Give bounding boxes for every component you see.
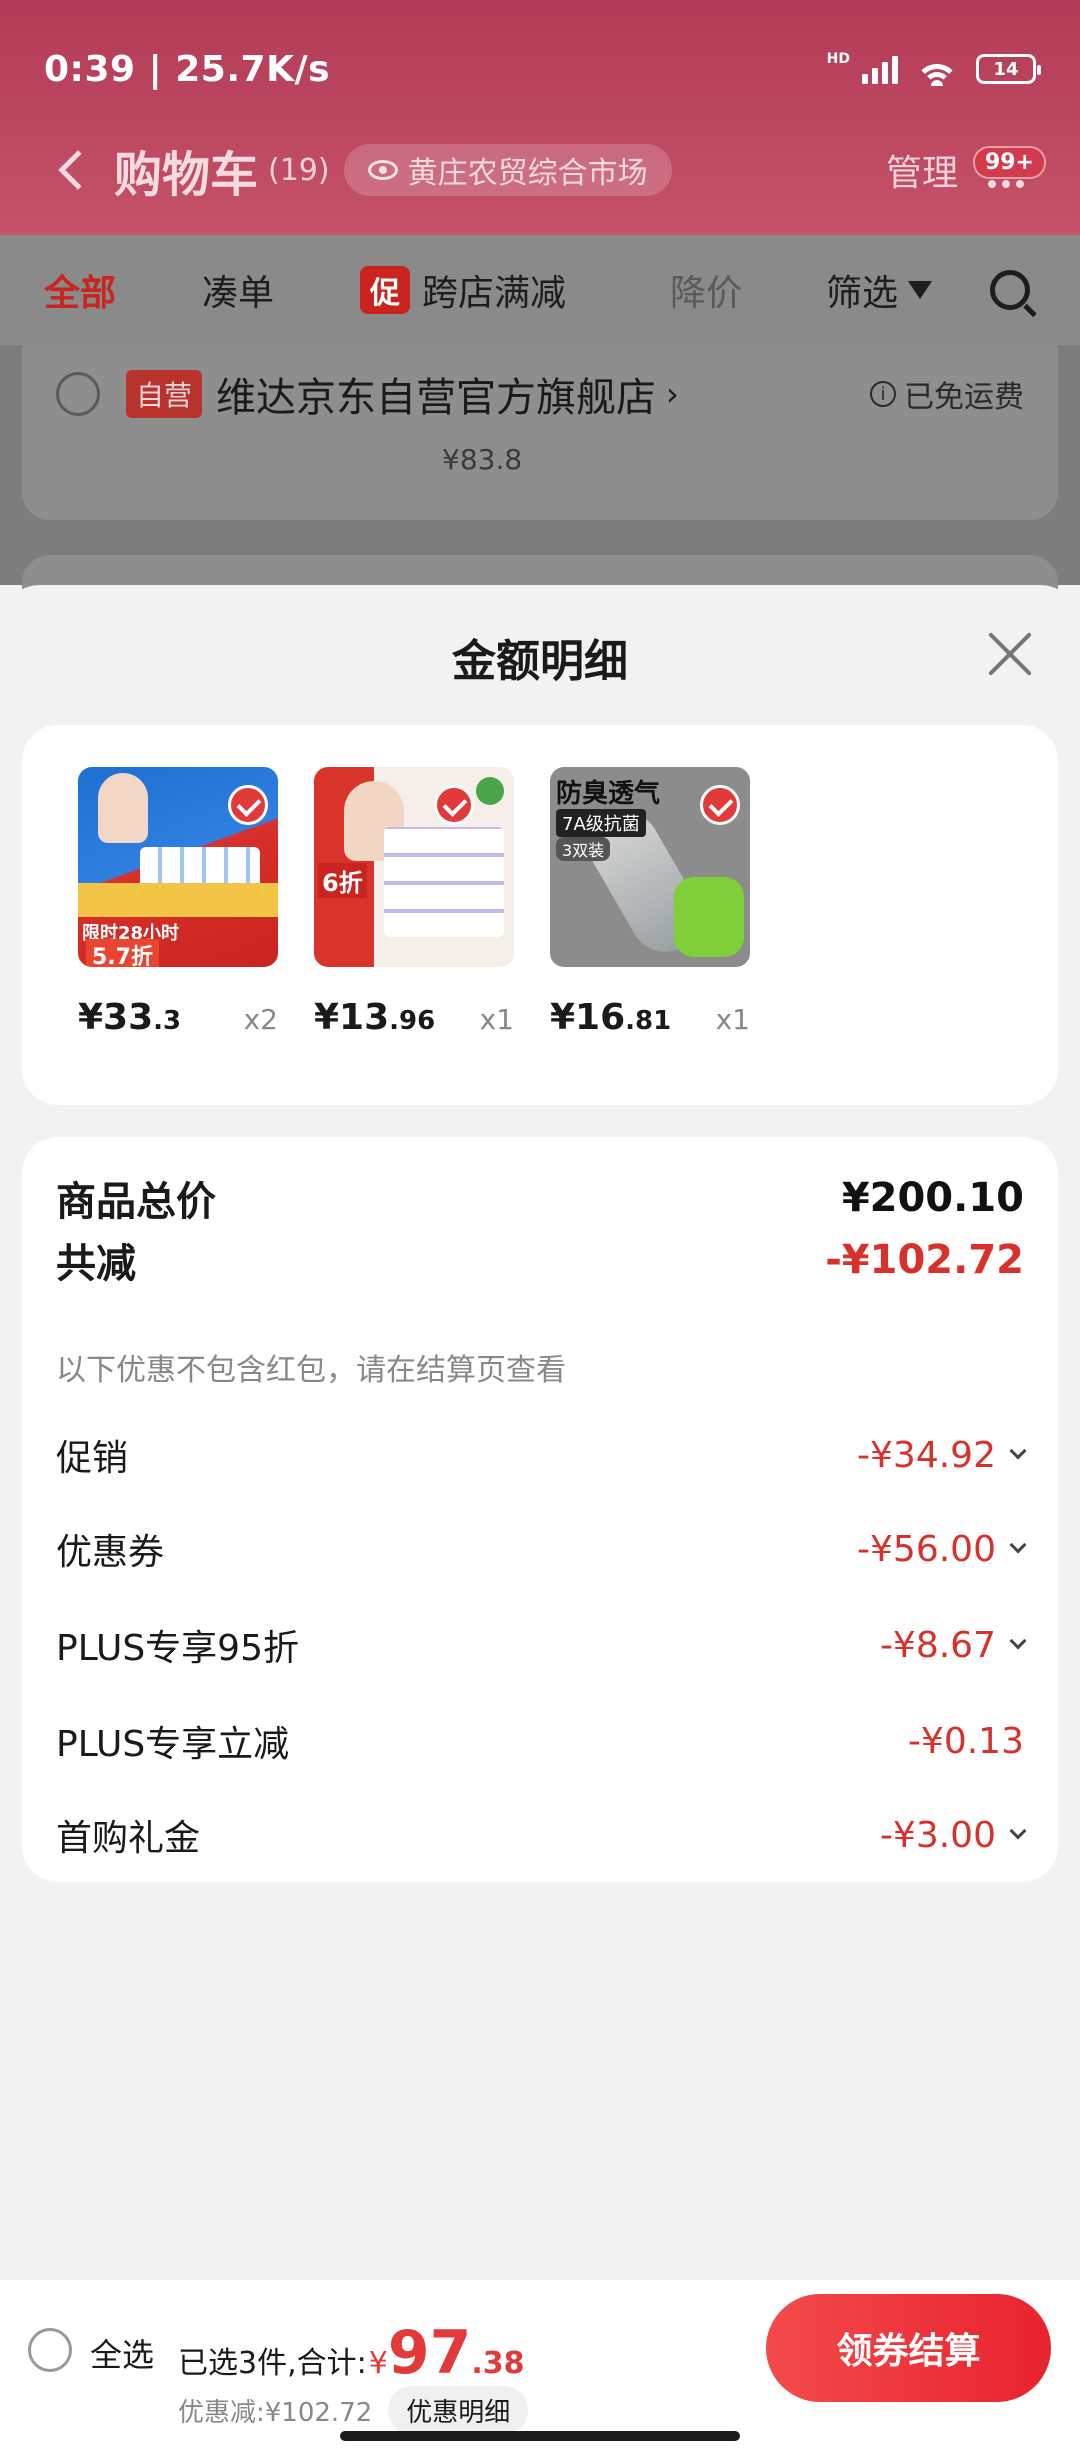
store-card: 自营 维达京东自营官方旗舰店 › i 已免运费 ¥83.8	[22, 345, 1058, 520]
discount-row-coupon[interactable]: 优惠券 -¥56.00	[56, 1523, 1027, 1575]
back-arrow-icon[interactable]	[58, 150, 98, 190]
total-price-row: 商品总价 ¥200.10	[56, 1169, 1024, 1227]
market-selector[interactable]: 黄庄农贸综合市场	[343, 144, 672, 196]
selected-check-icon	[228, 785, 268, 825]
page-title: 购物车	[114, 147, 259, 203]
filter-button[interactable]: 筛选	[826, 264, 933, 316]
battery-icon: 14	[976, 54, 1041, 84]
discount-value: -¥34.92	[857, 1435, 1027, 1476]
chevron-down-icon	[1009, 1536, 1027, 1554]
product-quantity: x1	[479, 1003, 514, 1036]
selected-check-icon	[700, 785, 740, 825]
filter-label: 筛选	[826, 273, 899, 314]
status-bar: 0:39 | 25.7K/s HD 14	[44, 44, 1041, 94]
discount-amount: 优惠减:¥102.72	[178, 2398, 373, 2428]
discount-label: 促销	[56, 1438, 129, 1479]
tab-bundle[interactable]: 凑单	[202, 264, 274, 316]
filter-bar: 全部 凑单 促 跨店满减 降价 筛选	[0, 235, 1080, 345]
discount-row-plus-95[interactable]: PLUS专享95折 -¥8.67	[56, 1619, 1027, 1671]
total-price-label: 商品总价	[56, 1179, 216, 1225]
total-price-int: 97	[387, 2318, 472, 2388]
tab-price-drop[interactable]: 降价	[670, 264, 742, 316]
chevron-down-icon	[1009, 1822, 1027, 1840]
battery-level: 14	[993, 58, 1019, 80]
hd-indicator: HD	[826, 51, 850, 67]
free-shipping-status: i 已免运费	[870, 372, 1024, 416]
info-icon: i	[870, 381, 896, 407]
product-price: ¥16.81	[550, 997, 672, 1038]
total-reduce-value: -¥102.72	[825, 1237, 1024, 1283]
total-price-value: ¥200.10	[841, 1175, 1024, 1221]
chevron-down-icon	[1009, 1632, 1027, 1650]
product-feature-badge: 7A级抗菌	[556, 809, 646, 837]
discount-row-first-purchase[interactable]: 首购礼金 -¥3.00	[56, 1809, 1027, 1861]
total-reduce-label: 共减	[56, 1241, 136, 1287]
store-subtotal: ¥83.8	[442, 443, 523, 476]
more-button[interactable]: 99+	[972, 146, 1046, 190]
discount-label: 首购礼金	[56, 1818, 201, 1859]
product-pack-badge: 3双装	[556, 837, 611, 861]
chevron-right-icon: ›	[666, 375, 679, 413]
home-indicator[interactable]	[340, 2431, 740, 2441]
free-shipping-label: 已免运费	[904, 380, 1024, 415]
product-image-tissue-rolls: 限时28小时 5.7折	[78, 767, 278, 967]
message-badge: 99+	[972, 146, 1046, 179]
discount-label: PLUS专享95折	[56, 1628, 299, 1669]
self-operated-tag: 自营	[126, 370, 203, 418]
manage-button[interactable]: 管理	[886, 144, 958, 196]
tab-promo-label: 跨店满减	[422, 273, 567, 314]
product-price: ¥13.96	[314, 997, 436, 1038]
discount-value: -¥56.00	[857, 1529, 1027, 1570]
discount-detail-button[interactable]: 优惠明细	[388, 2386, 529, 2435]
cart-count: (19)	[268, 152, 330, 188]
sheet-title: 金额明细	[452, 636, 628, 687]
discount-row-promotion[interactable]: 促销 -¥34.92	[56, 1429, 1027, 1481]
discount-value: -¥3.00	[880, 1815, 1027, 1856]
signal-icon	[862, 54, 898, 84]
wifi-icon	[914, 52, 960, 86]
selected-count: 已选3件,合计:	[178, 2346, 367, 2381]
select-all-radio[interactable]	[28, 2328, 72, 2372]
select-all-label[interactable]: 全选	[90, 2330, 154, 2376]
product-discount-badge: 6折	[318, 863, 367, 898]
close-icon[interactable]	[986, 629, 1036, 679]
product-image-insoles: 防臭透气 7A级抗菌 3双装	[550, 767, 750, 967]
status-time: 0:39 | 25.7K/s	[44, 48, 331, 90]
store-name[interactable]: 维达京东自营官方旗舰店	[216, 365, 656, 423]
tab-cross-store-promo[interactable]: 促 跨店满减	[360, 264, 566, 316]
discount-value: -¥0.13	[907, 1720, 1024, 1762]
total-price-decimal: .38	[471, 2346, 525, 2381]
more-dots-icon	[988, 180, 1024, 188]
amount-detail-sheet: 金额明细 限时28小时 5.7折 ¥33.3 x2 6折 ¥13.96 x1 防…	[0, 585, 1080, 2460]
market-name: 黄庄农贸综合市场	[407, 156, 648, 191]
discount-summary: 优惠减:¥102.72 优惠明细	[178, 2386, 529, 2435]
product-image-facial-tissue: 6折	[314, 767, 514, 967]
discount-value: -¥8.67	[880, 1625, 1027, 1666]
cart-navbar: 购物车 (19) 黄庄农贸综合市场 管理 99+	[0, 125, 1080, 215]
currency-symbol: ¥	[368, 2346, 388, 2381]
promo-tag-icon: 促	[360, 266, 410, 314]
store-select-radio[interactable]	[56, 372, 100, 416]
selected-products-card: 限时28小时 5.7折 ¥33.3 x2 6折 ¥13.96 x1 防臭透气 7…	[22, 725, 1058, 1105]
discount-row-plus-instant: PLUS专享立减 -¥0.13	[56, 1715, 1024, 1767]
selected-summary: 已选3件,合计: ¥ 97 .38	[178, 2318, 524, 2388]
product-price: ¥33.3	[78, 997, 182, 1038]
search-icon[interactable]	[990, 270, 1030, 310]
selected-check-icon	[434, 785, 474, 825]
funnel-icon	[908, 281, 933, 299]
checkout-button[interactable]: 领券结算	[766, 2294, 1051, 2402]
product-title-text: 防臭透气	[556, 779, 661, 809]
price-summary-card: 商品总价 ¥200.10 共减 -¥102.72 以下优惠不包含红包，请在结算页…	[22, 1137, 1058, 1882]
product-quantity: x2	[243, 1003, 278, 1036]
tab-all[interactable]: 全部	[44, 264, 116, 316]
eye-icon	[367, 160, 398, 180]
discount-label: PLUS专享立减	[56, 1724, 290, 1765]
product-discount-badge: 5.7折	[86, 939, 159, 967]
redpacket-hint: 以下优惠不包含红包，请在结算页查看	[56, 1353, 566, 1388]
total-reduce-row: 共减 -¥102.72	[56, 1231, 1024, 1289]
product-quantity: x1	[715, 1003, 750, 1036]
chevron-down-icon	[1009, 1442, 1027, 1460]
discount-label: 优惠券	[56, 1532, 165, 1573]
